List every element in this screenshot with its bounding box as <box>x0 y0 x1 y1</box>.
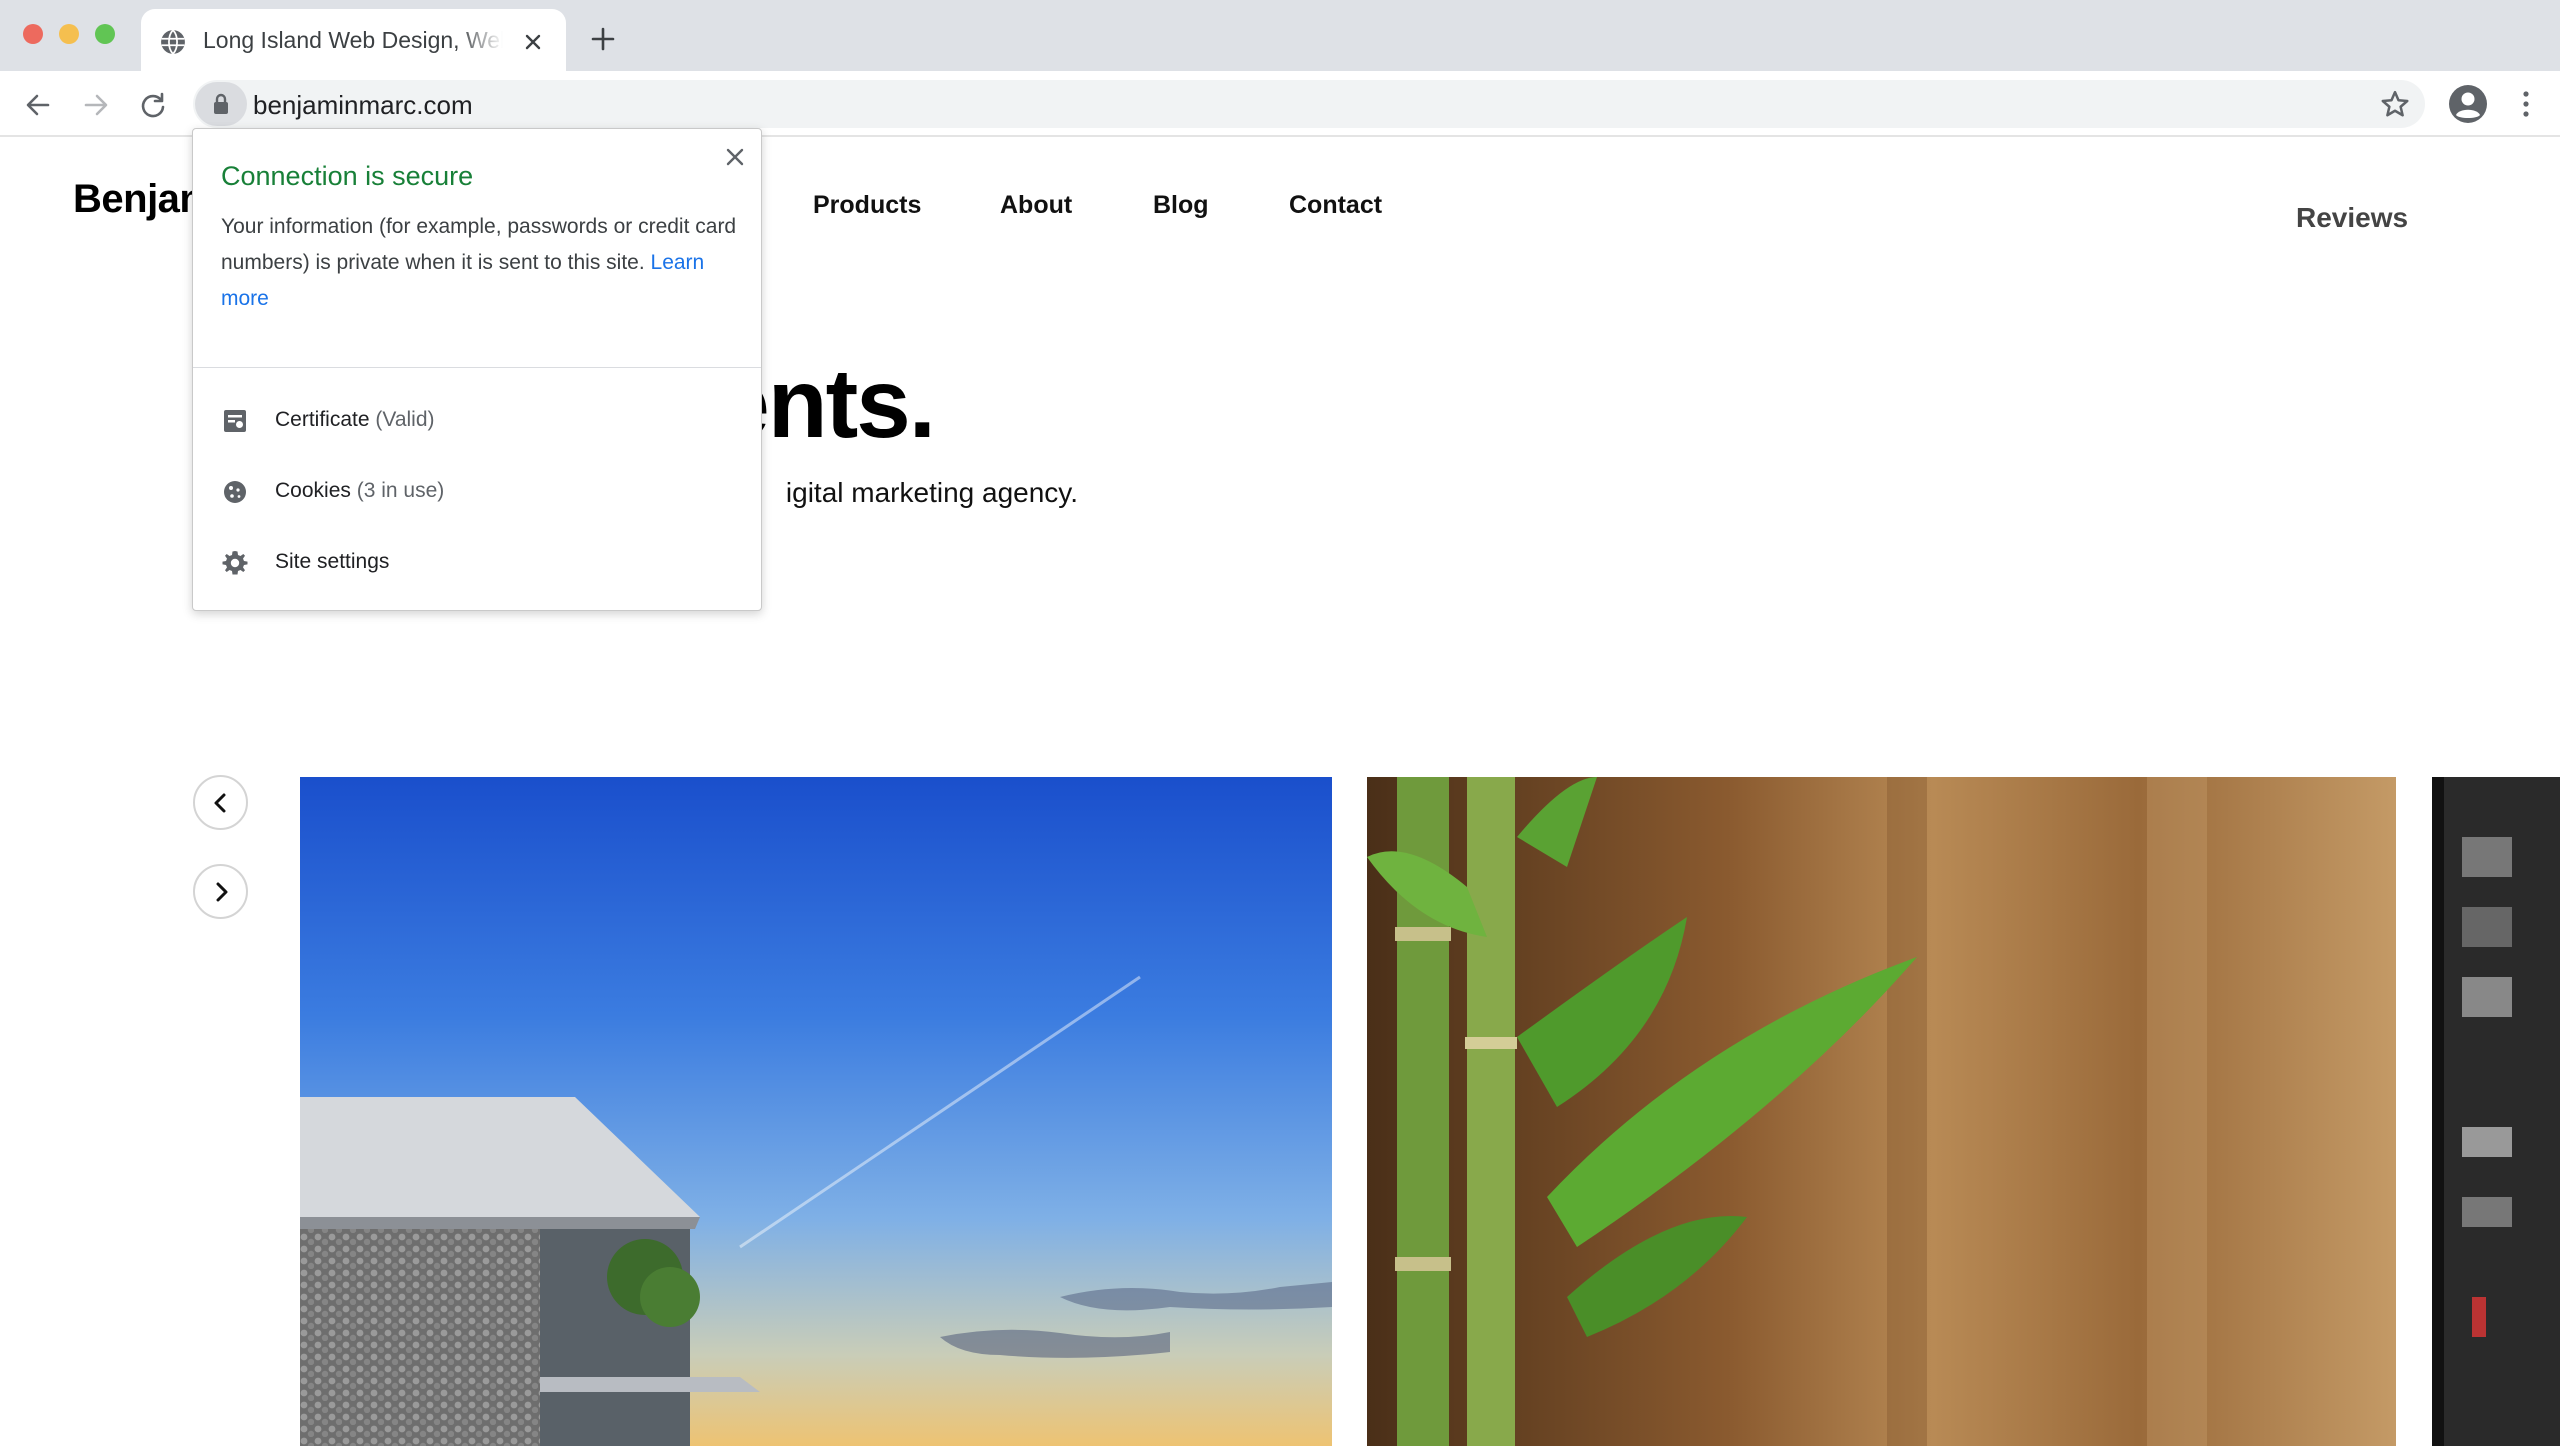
star-icon[interactable] <box>2380 89 2410 119</box>
browser-tab-bar: Long Island Web Design, Website Design &… <box>0 0 2560 71</box>
cookies-text: Cookies <box>275 479 351 502</box>
tab-title: Long Island Web Design, Website Design &… <box>203 27 503 53</box>
certificate-row[interactable]: Certificate (Valid) <box>193 389 761 449</box>
gear-icon <box>222 551 248 575</box>
chevron-left-icon <box>214 793 226 813</box>
cookies-status: (3 in use) <box>356 479 445 502</box>
cookies-row[interactable]: Cookies (3 in use) <box>193 460 761 520</box>
site-settings-label: Site settings <box>275 550 390 573</box>
nav-about[interactable]: About <box>1000 191 1072 220</box>
cookie-icon <box>224 481 246 503</box>
interior-photo <box>2432 777 2560 1446</box>
profile-icon[interactable] <box>2448 84 2488 124</box>
carousel-next-button[interactable] <box>193 864 248 919</box>
lock-icon <box>214 93 228 114</box>
certificate-status: (Valid) <box>375 408 435 431</box>
back-arrow-icon[interactable] <box>24 91 52 119</box>
site-info-button[interactable] <box>195 82 247 126</box>
window-zoom-button[interactable] <box>95 24 115 44</box>
plus-icon[interactable] <box>591 27 615 51</box>
carousel-slide-partial[interactable] <box>2432 777 2560 1446</box>
carousel-prev-button[interactable] <box>193 775 248 830</box>
close-icon[interactable] <box>725 147 745 167</box>
building-photo <box>300 777 1332 1446</box>
nav-reviews[interactable]: Reviews <box>2296 202 2408 234</box>
carousel-slide-building[interactable] <box>300 777 1332 1446</box>
certificate-text: Certificate <box>275 408 370 431</box>
site-info-popup: Connection is secure Your information (f… <box>192 128 762 611</box>
carousel-slide-bamboo[interactable] <box>1367 777 2396 1446</box>
forward-arrow-icon[interactable] <box>82 91 110 119</box>
nav-contact[interactable]: Contact <box>1289 191 1382 220</box>
bamboo-photo <box>1367 777 2396 1446</box>
certificate-icon <box>224 410 246 432</box>
nav-products[interactable]: Products <box>813 191 921 220</box>
reload-icon[interactable] <box>139 91 167 119</box>
kebab-menu-icon[interactable] <box>2514 89 2538 119</box>
connection-secure-description: Your information (for example, passwords… <box>221 209 741 317</box>
connection-secure-title: Connection is secure <box>221 161 474 191</box>
globe-icon <box>161 29 185 55</box>
chevron-right-icon <box>216 882 228 902</box>
browser-tab[interactable]: Long Island Web Design, Website Design &… <box>141 9 566 71</box>
cookies-label: Cookies (3 in use) <box>275 479 444 503</box>
close-icon[interactable] <box>524 33 542 51</box>
certificate-label: Certificate (Valid) <box>275 408 435 432</box>
nav-blog[interactable]: Blog <box>1153 191 1209 220</box>
window-minimize-button[interactable] <box>59 24 79 44</box>
window-close-button[interactable] <box>23 24 43 44</box>
popup-divider <box>193 367 761 368</box>
site-settings-row[interactable]: Site settings <box>193 531 761 591</box>
address-bar[interactable]: benjaminmarc.com <box>193 80 2425 128</box>
url-text[interactable]: benjaminmarc.com <box>253 90 473 121</box>
